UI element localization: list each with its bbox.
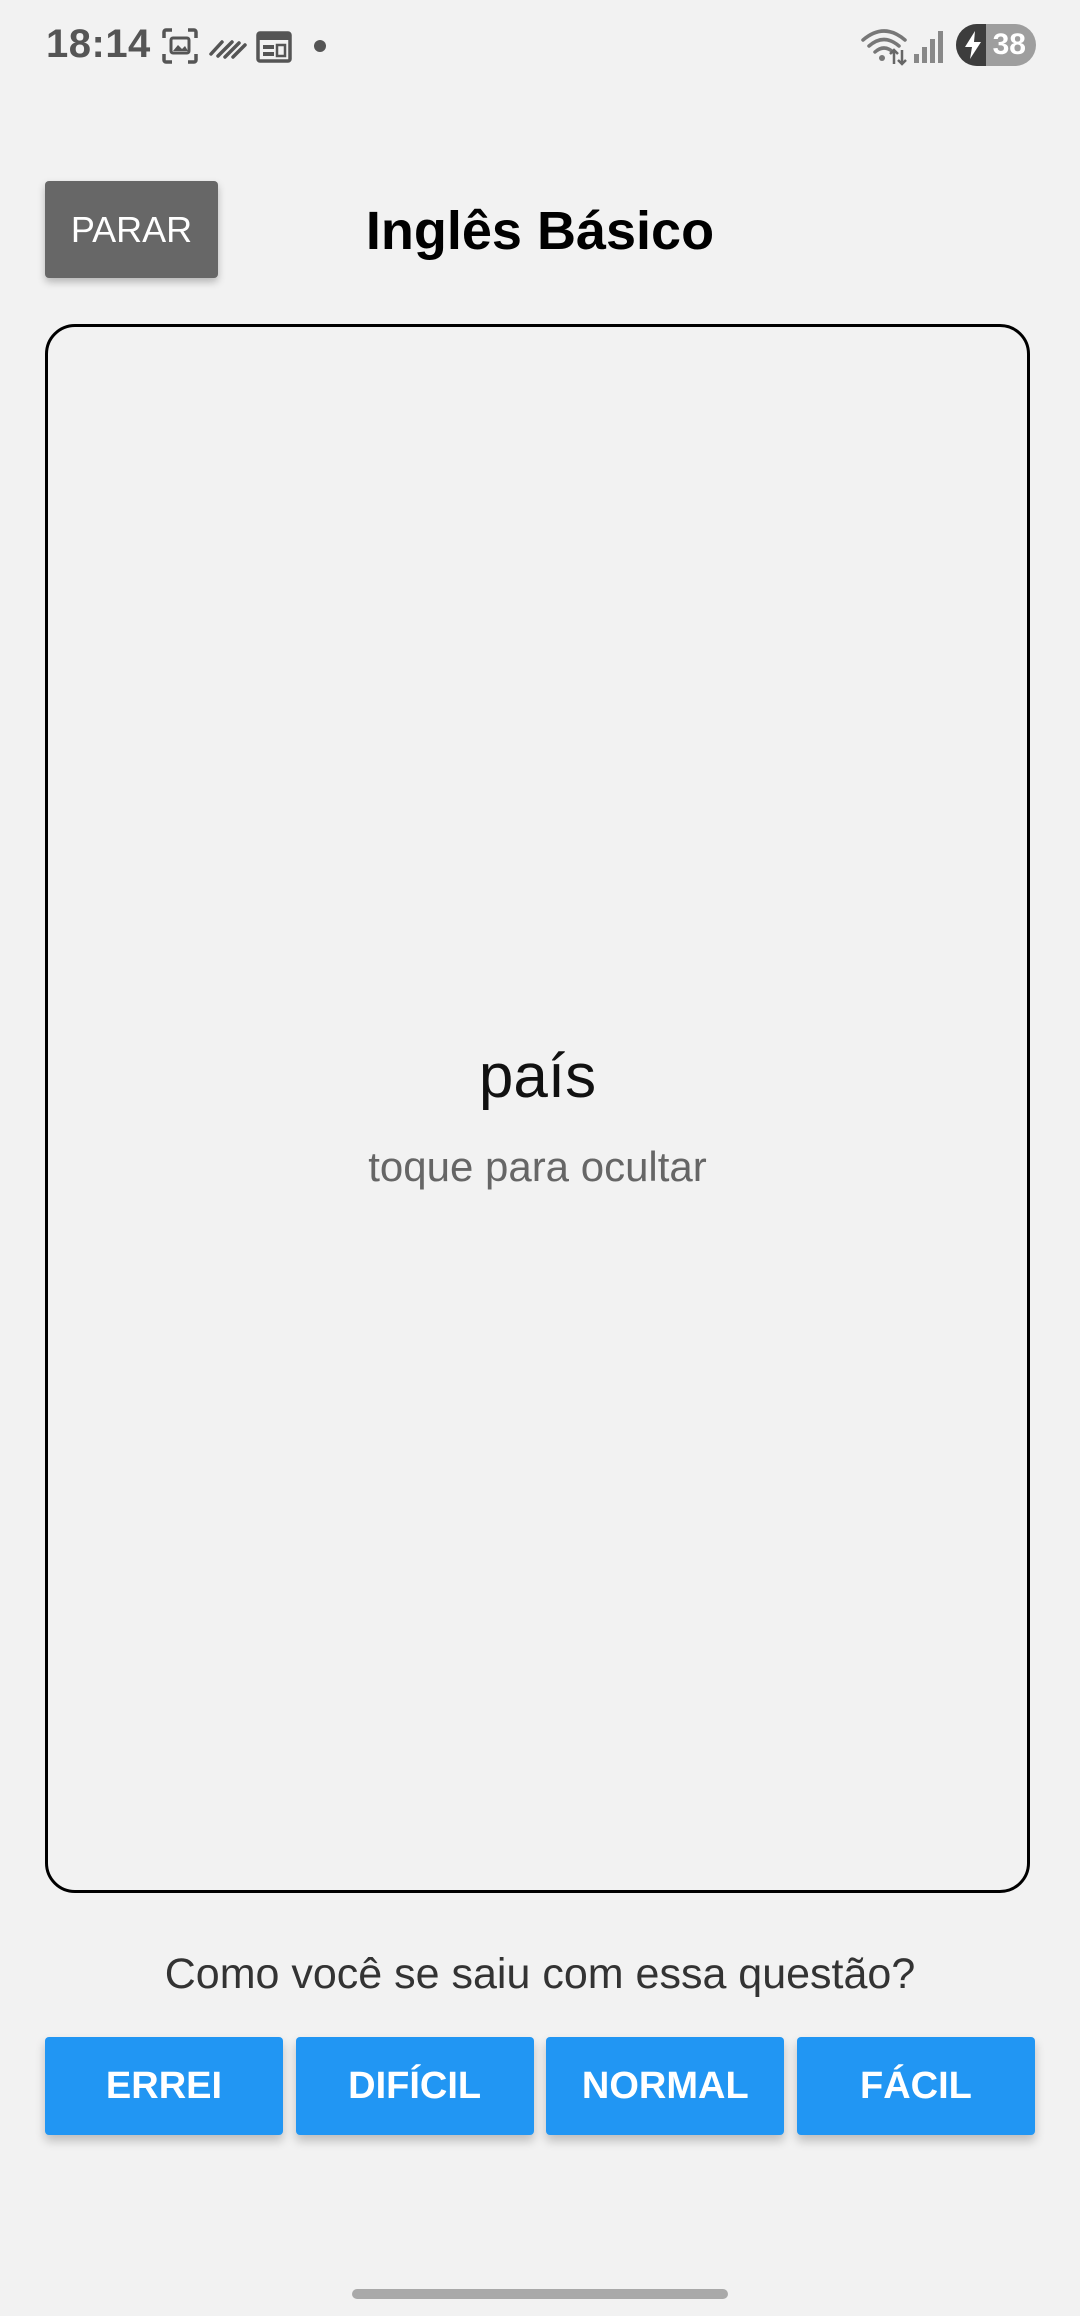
home-indicator[interactable]: [352, 2289, 728, 2299]
battery-indicator: 38: [956, 24, 1036, 66]
screenshot-icon: [162, 28, 198, 64]
rating-easy-button[interactable]: FÁCIL: [796, 2037, 1035, 2135]
card-hint: toque para ocultar: [368, 1143, 707, 1190]
signal-icon: [914, 31, 943, 63]
flashcard[interactable]: país toque para ocultar: [45, 324, 1030, 1893]
status-time: 18:14: [46, 22, 151, 66]
data-saver-icon: [209, 40, 247, 59]
rating-question: Como você se saiu com essa questão?: [164, 1950, 916, 1998]
rating-buttons: ERREI DIFÍCIL NORMAL FÁCIL: [45, 2037, 1035, 2135]
calendar-icon: [256, 31, 292, 63]
notification-dot: [314, 40, 326, 52]
rating-normal-button[interactable]: NORMAL: [546, 2037, 785, 2135]
card-word: país: [478, 1042, 597, 1111]
rating-hard-button[interactable]: DIFÍCIL: [295, 2037, 534, 2135]
wifi-icon: [861, 29, 907, 66]
status-bar: 18:14 38: [0, 0, 1080, 92]
battery-charging-icon: [965, 31, 981, 59]
rating-wrong-button[interactable]: ERREI: [45, 2037, 283, 2135]
battery-level: 38: [992, 28, 1026, 61]
page-title: Inglês Básico: [365, 201, 715, 261]
